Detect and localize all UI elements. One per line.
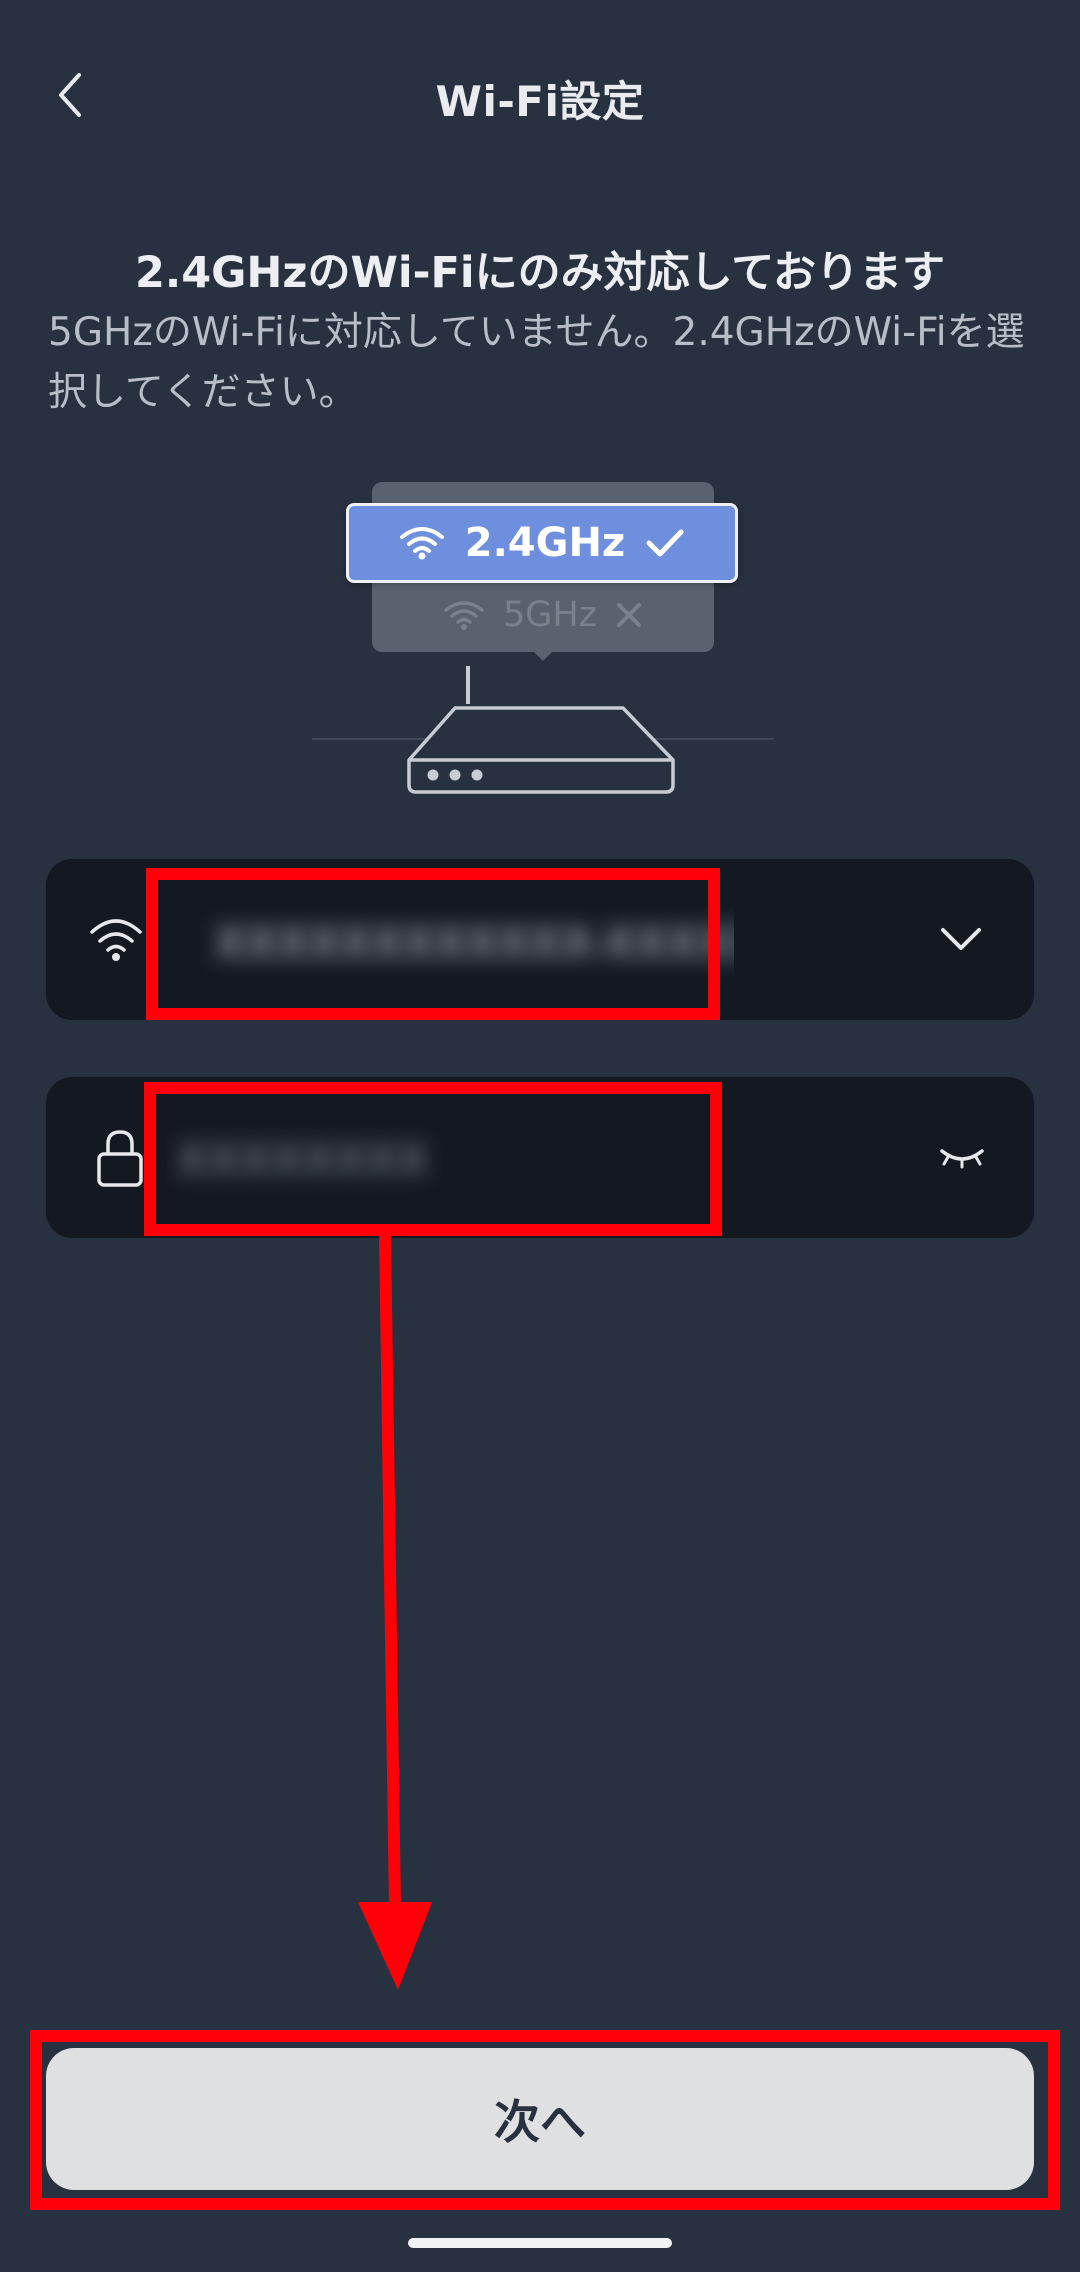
band-option-24ghz: 2.4GHz <box>346 503 738 583</box>
cross-icon <box>617 603 642 627</box>
chevron-down-icon[interactable] <box>936 919 986 959</box>
band-label-5ghz: 5GHz <box>502 595 598 635</box>
check-icon <box>646 529 684 557</box>
page-title: Wi-Fi設定 <box>435 77 645 126</box>
annotation-next-highlight <box>30 2030 1060 2210</box>
band-panel-pointer <box>527 645 559 661</box>
lock-icon <box>90 1126 150 1190</box>
home-indicator <box>408 2238 672 2248</box>
annotation-password-highlight <box>144 1082 722 1236</box>
annotation-ssid-highlight <box>146 868 720 1020</box>
eye-closed-icon[interactable] <box>932 1139 992 1175</box>
wifi-icon <box>86 909 146 969</box>
annotation-arrow <box>358 1235 432 1990</box>
band-label-24ghz: 2.4GHz <box>464 520 626 566</box>
wifi-icon <box>444 601 484 630</box>
wifi-icon <box>399 527 444 560</box>
band-option-5ghz: 5GHz <box>372 585 714 645</box>
info-description: 5GHzのWi-Fiに対応していません。2.4GHzのWi-Fiを選択してくださ… <box>48 310 1025 415</box>
info-title: 2.4GHzのWi-Fiにのみ対応しております <box>134 248 946 298</box>
router-icon <box>407 666 675 794</box>
